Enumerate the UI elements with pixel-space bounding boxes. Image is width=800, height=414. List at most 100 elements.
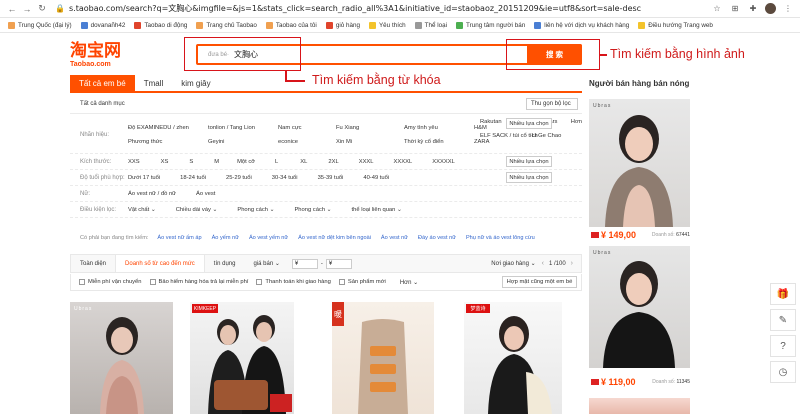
help-icon[interactable]: ? [770,335,796,357]
bookmark-item[interactable]: Điều hướng Trang web [638,21,713,29]
product-image[interactable]: KIMKEEP [190,302,294,414]
tab-tmall[interactable]: Tmall [135,75,173,91]
bookmark-item[interactable]: Thể loại [414,21,447,29]
star-icon[interactable]: ☆ [711,3,723,15]
price-max-input[interactable]: ¥ [325,258,352,269]
bookmark-item[interactable]: Trung Quốc (đại lý) [8,21,72,29]
size-option[interactable]: Một cỡ [237,159,255,165]
tab-all-items[interactable]: Tất cả em bé [70,75,135,91]
category-label[interactable]: Tất cả danh mục [80,101,125,107]
age-option[interactable]: 18-24 tuổi [180,175,206,181]
suggestion-link[interactable]: Áo vest nữ [381,235,408,241]
gift-icon[interactable]: 🎁 [770,283,796,305]
age-option[interactable]: 35-39 tuổi [318,175,344,181]
brand-option[interactable]: Fu Xiang [336,125,384,131]
extension-icon[interactable]: ⊞ [729,3,741,15]
size-option[interactable]: XXS [128,159,140,165]
profile-avatar[interactable] [765,3,776,14]
option-new-products[interactable]: Sản phẩm mới [338,279,386,285]
product-image[interactable]: 梦蓝诗 [464,302,562,414]
size-option[interactable]: S [189,159,193,165]
brand-option[interactable]: ZARA [474,139,504,145]
collapse-filter-button[interactable]: Thu gọn bộ lọc [526,98,578,110]
size-option[interactable]: XXXXXL [432,159,455,165]
bookmark-item[interactable]: Trang chủ Taobao [196,21,257,29]
suggestion-link[interactable]: Áo vest yếm nữ [249,235,288,241]
condition-dropdown[interactable]: Phong cách ⌄ [294,207,331,213]
condition-dropdown[interactable]: Phong cách ⌄ [237,207,274,213]
prev-page-icon[interactable]: ‹ [542,260,544,267]
age-option[interactable]: 25-29 tuổi [226,175,252,181]
url-field[interactable]: 🔒 s.taobao.com/search?q=文胸心&imgfile=&js=… [55,2,705,16]
reload-icon[interactable]: ↻ [36,3,48,15]
checkbox[interactable] [149,279,156,285]
brand-more-button[interactable]: Nhiều lựa chọn [506,118,552,129]
checkbox[interactable] [79,279,85,285]
ship-from-dropdown[interactable]: Nơi giao hàng ⌄ [491,260,541,267]
age-option[interactable]: Dưới 17 tuổi [128,175,160,181]
taobao-logo[interactable]: 淘宝网 Taobao.com [70,43,130,69]
brand-option[interactable]: Nam cực [278,125,316,131]
brand-option[interactable]: Thời kỳ cổ điển [404,139,454,145]
history-icon[interactable]: ◷ [770,361,796,383]
checkbox[interactable] [338,279,345,285]
sort-price[interactable]: giá bán ⌄ [244,255,288,272]
sort-sales[interactable]: Doanh số từ cao đến mức [115,255,205,272]
size-more-button[interactable]: Nhiều lựa chọn [506,156,552,167]
product-image[interactable]: Ubras [70,302,173,414]
size-option[interactable]: M [214,159,219,165]
bookmark-item[interactable]: liên hệ với dịch vụ khách hàng [534,21,629,29]
option-cod[interactable]: Thanh toán khi giao hàng [256,279,331,285]
tab-secondhand[interactable]: kim giây [172,75,219,91]
size-option[interactable]: XXXL [359,159,374,165]
brand-option[interactable]: tonlion / Tang Lion [208,125,258,131]
price-min-input[interactable]: ¥ [291,258,318,269]
menu-icon[interactable]: ⋮ [782,3,794,15]
sort-credit[interactable]: tín dụng [205,255,245,272]
brand-option[interactable]: Độ EXAMINEDU / zhen [128,125,189,131]
suggestion-link[interactable]: Phụ nữ và áo vest lông cừu [466,235,535,241]
brand-option[interactable]: econice [278,139,316,145]
size-option[interactable]: 2XL [328,159,338,165]
bookmark-item[interactable]: giỏ hàng [325,21,360,29]
condition-dropdown[interactable]: Vật chất ⌄ [128,207,156,213]
bookmark-item[interactable]: Yêu thích [368,21,406,29]
hot-seller-image[interactable]: Ubras [589,246,690,368]
size-option[interactable]: XXXXL [394,159,413,165]
bookmark-item[interactable]: Taobao di động [134,21,187,29]
puzzle-icon[interactable]: ✚ [747,3,759,15]
back-icon[interactable]: ← [6,3,18,15]
bookmark-item[interactable]: Taobao của tôi [265,21,317,29]
suggestion-link[interactable]: Áo vest nữ dệt kim bên ngoài [298,235,371,241]
brand-option[interactable]: Phương thức [128,139,188,145]
hot-seller-image[interactable] [589,398,690,414]
size-option[interactable]: XS [161,159,169,165]
edit-icon[interactable]: ✎ [770,309,796,331]
product-image[interactable]: 暖 [332,302,434,414]
age-option[interactable]: 40-49 tuổi [363,175,389,181]
size-option[interactable]: L [275,159,278,165]
brand-option[interactable]: Amy tình yêu [404,125,454,131]
next-page-icon[interactable]: › [571,260,573,267]
brand-option[interactable]: Li Ge Chao [532,133,561,139]
suggestion-link[interactable]: Áo yếm nữ [212,235,239,241]
brand-option[interactable]: Geyini [208,139,258,145]
suggestion-link[interactable]: Áo vest nữ ấm áp [157,235,201,241]
bookmark-item[interactable]: dovanañh42 [80,21,125,29]
brand-expand-button[interactable]: Hơn [571,119,582,125]
brand-option[interactable]: Xin Mi [336,139,384,145]
hot-seller-image[interactable]: Ubras [589,99,690,227]
option-return-insurance[interactable]: Bảo hiểm hàng hóa trả lại miễn phí [149,279,248,285]
size-option[interactable]: XL [300,159,307,165]
women-option[interactable]: Áo vest [196,191,215,197]
options-more-dropdown[interactable]: Hơn ⌄ [400,279,418,286]
sort-comprehensive[interactable]: Toàn diện [71,255,115,272]
suggestion-link[interactable]: Đáy áo vest nữ [418,235,456,241]
same-item-button[interactable]: Hợp mặt cũng một em bé [502,276,577,288]
checkbox[interactable] [256,279,263,285]
forward-icon[interactable]: → [21,3,33,15]
age-more-button[interactable]: Nhiều lựa chọn [506,172,552,183]
brand-option[interactable]: ELF SACK / túi cổ tích [480,133,538,139]
condition-dropdown[interactable]: thể loại liên quan ⌄ [352,207,402,213]
condition-dropdown[interactable]: Chiều dài váy ⌄ [176,207,218,213]
